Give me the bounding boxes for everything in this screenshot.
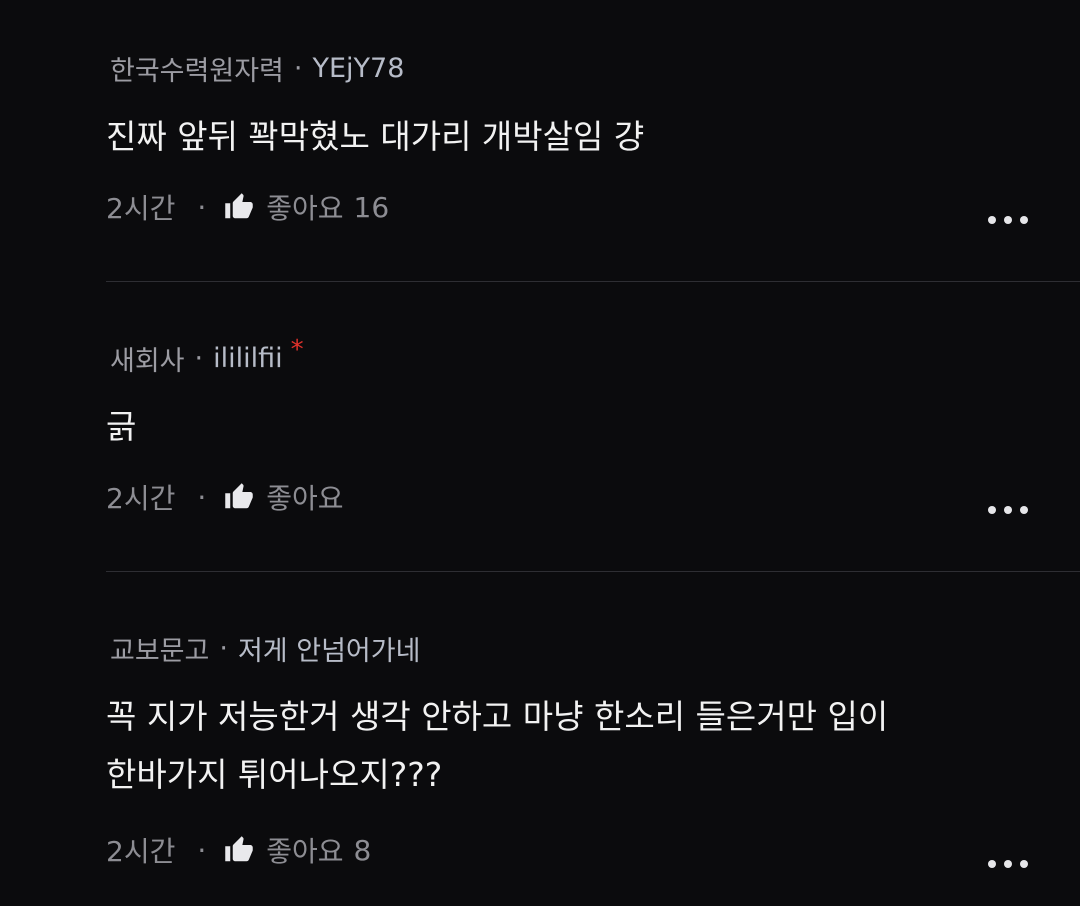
meta-separator: · xyxy=(194,342,204,374)
author-nickname: YEjY78 xyxy=(312,52,405,84)
comment-author[interactable]: 한국수력원자력 · YEjY78 xyxy=(110,50,405,87)
like-button[interactable]: 좋아요 xyxy=(224,477,353,517)
like-button[interactable]: 좋아요 8 xyxy=(224,830,371,870)
action-separator: · xyxy=(197,833,207,867)
meta-separator: · xyxy=(293,52,303,84)
like-label: 좋아요 xyxy=(266,192,344,225)
comment-actions: 2시간 · 좋아요 8 xyxy=(106,830,371,870)
comment-text: 긁 xyxy=(106,407,137,446)
like-button[interactable]: 좋아요 16 xyxy=(224,187,389,227)
comment-time: 2시간 xyxy=(106,835,176,868)
comment-text-line: 한바가지 튀어나오지??? xyxy=(106,755,443,794)
comment-author[interactable]: 교보문고 · 저게 안넘어가네 xyxy=(110,630,421,667)
more-horizontal-icon[interactable] xyxy=(984,850,1032,874)
author-company: 한국수력원자력 xyxy=(110,55,284,87)
author-nickname: 저게 안넘어가네 xyxy=(237,635,421,667)
comment-author[interactable]: 새회사 · ilililfii * xyxy=(110,335,304,377)
comment-actions: 2시간 · 좋아요 16 xyxy=(106,187,389,227)
like-count: 16 xyxy=(353,190,390,224)
meta-separator: · xyxy=(219,632,228,664)
divider xyxy=(106,571,1080,572)
action-separator: · xyxy=(197,190,207,224)
comment-actions: 2시간 · 좋아요 xyxy=(106,477,354,517)
thumbs-up-icon xyxy=(225,193,253,219)
author-company: 새회사 xyxy=(110,345,185,377)
divider xyxy=(106,281,1080,282)
comment-text-line: 꼭 지가 저능한거 생각 안하고 마냥 한소리 들은거만 입이 xyxy=(106,697,889,736)
comment-time: 2시간 xyxy=(106,482,176,515)
like-label: 좋아요 xyxy=(266,482,344,515)
like-label: 좋아요 xyxy=(266,835,344,868)
thumbs-up-icon xyxy=(225,836,253,862)
more-horizontal-icon[interactable] xyxy=(984,206,1032,230)
author-company: 교보문고 xyxy=(110,635,210,667)
author-badge: * xyxy=(290,335,304,365)
comment-text: 진짜 앞뒤 꽉막혔노 대가리 개박살임 걍 xyxy=(106,117,645,156)
comment-time: 2시간 xyxy=(106,192,176,225)
thumbs-up-icon xyxy=(225,483,253,509)
author-nickname: ilililfii xyxy=(213,342,283,374)
action-separator: · xyxy=(197,480,207,514)
comment-text: 꼭 지가 저능한거 생각 안하고 마냥 한소리 들은거만 입이 한바가지 튀어나… xyxy=(106,688,1006,804)
more-horizontal-icon[interactable] xyxy=(984,496,1032,520)
like-count: 8 xyxy=(353,833,372,867)
